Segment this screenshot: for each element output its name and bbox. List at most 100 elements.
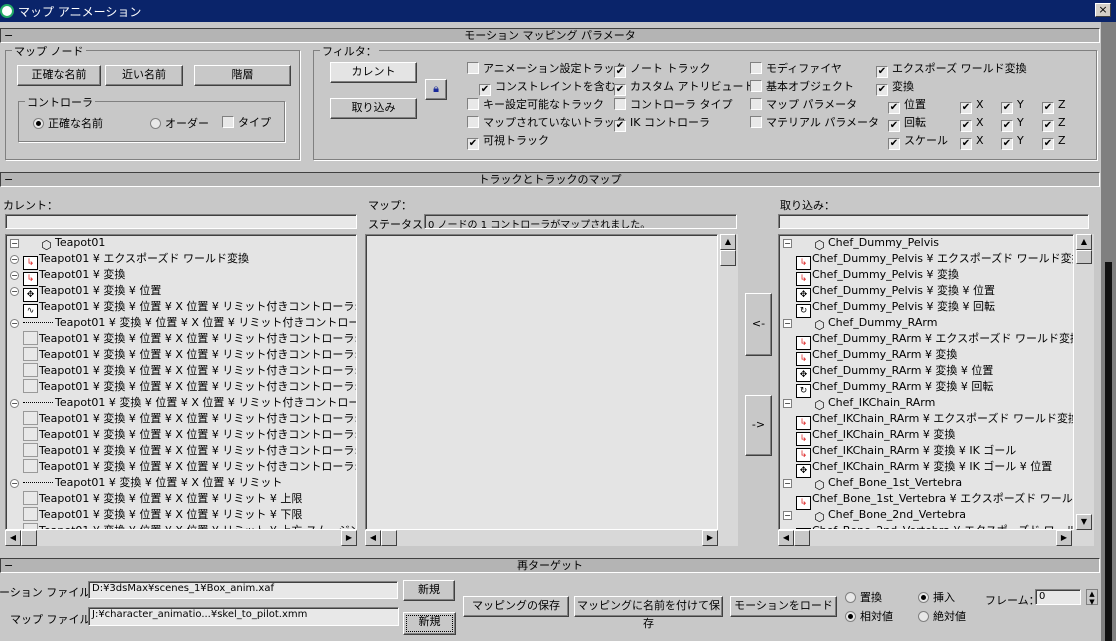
scroll-thumb[interactable] (381, 530, 397, 546)
tree-item[interactable]: ↳Chef_Bone_2nd_Vertebra ¥ エクスポーズド ワールド変換 (783, 523, 1073, 529)
tree-item[interactable]: ∿ Teapot01 ¥ 変換 ¥ 位置 ¥ X 位置 ¥ リミット付きコントロー… (10, 299, 356, 318)
radio-exact-name[interactable]: 正確な名前 (33, 115, 103, 131)
rollout-motion-mapping[interactable]: − モーション マッピング パラメータ (0, 28, 1100, 43)
tree-item[interactable]: ✥ Chef_Dummy_RArm ¥ 変換 ¥ 位置 (783, 363, 993, 382)
tree-item[interactable]: ↳Chef_Bone_1st_Vertebra ¥ エクスポーズド ワールド変換 (783, 491, 1073, 510)
collapse-icon[interactable]: − (10, 239, 19, 248)
new-map-file-button[interactable]: 新規 (403, 612, 456, 635)
radio-insert[interactable]: 挿入 (918, 589, 955, 605)
checkbox-type[interactable]: タイプ (222, 116, 271, 129)
import-hscrollbar[interactable]: ◀ ▶ (778, 530, 1094, 546)
tree-item[interactable]: ✥ Chef_Dummy_Pelvis ¥ 変換 ¥ 位置 (783, 283, 995, 302)
scroll-left-icon[interactable]: ◀ (365, 530, 381, 546)
collapse-icon[interactable]: − (10, 479, 19, 488)
filter-checkbox[interactable]: マテリアル パラメータ (750, 116, 879, 129)
filter-checkbox[interactable]: マップ パラメータ (750, 98, 857, 111)
collapse-icon[interactable]: − (10, 399, 19, 408)
axis-x-checkbox[interactable]: ✔ X (960, 134, 984, 150)
filter-checkbox[interactable]: キー設定可能なトラック (467, 98, 604, 111)
tree-item[interactable]: − ✥ Teapot01 ¥ 変換 ¥ 位置 (10, 283, 161, 302)
axis-z-checkbox[interactable]: ✔ Z (1042, 98, 1066, 114)
tree-item[interactable]: ↳ Chef_Dummy_RArm ¥ エクスポーズド ワールド変換 (783, 331, 1073, 350)
scroll-right-icon[interactable]: ▶ (702, 530, 718, 546)
scroll-up-icon[interactable]: ▲ (1076, 234, 1092, 250)
current-hscrollbar[interactable]: ◀ ▶ (5, 530, 357, 546)
tree-item[interactable]: Teapot01 ¥ 変換 ¥ 位置 ¥ X 位置 ¥ リミット ¥ 上方 スム… (10, 523, 356, 529)
tree-item[interactable]: − Teapot01 ¥ 変換 ¥ 位置 ¥ X 位置 ¥ リミット (10, 475, 282, 491)
scroll-thumb[interactable] (720, 250, 736, 266)
filter-checkbox[interactable]: アニメーション設定トラック (467, 62, 626, 75)
transform-checkbox[interactable]: ✔ スケール (888, 134, 948, 150)
tree-item[interactable]: ↻ Chef_Dummy_RArm ¥ 変換 ¥ 回転 (783, 379, 993, 398)
import-vscrollbar[interactable]: ▲ ▼ (1074, 234, 1094, 530)
rollout-track-map[interactable]: − トラックとトラックのマップ (0, 172, 1100, 187)
scroll-right-icon[interactable]: ▶ (341, 530, 357, 546)
tree-item[interactable]: ↻ Chef_Dummy_Pelvis ¥ 変換 ¥ 回転 (783, 299, 995, 318)
import-filter-button[interactable]: 取り込み (330, 98, 417, 119)
tree-item[interactable]: − Teapot01 ¥ 変換 ¥ 位置 ¥ X 位置 ¥ リミット付きコントロー… (10, 315, 356, 331)
tree-item[interactable]: ↳ Chef_IKChain_RArm ¥ 変換 (783, 427, 955, 446)
scroll-left-icon[interactable]: ◀ (5, 530, 21, 546)
transform-checkbox[interactable]: ✔ 回転 (888, 116, 926, 132)
frame-spinner[interactable]: ▲ ▼ (1086, 589, 1098, 606)
tree-item[interactable]: ✥ Chef_IKChain_RArm ¥ 変換 ¥ IK ゴール ¥ 位置 (783, 459, 1052, 478)
tree-item[interactable]: Teapot01 ¥ 変換 ¥ 位置 ¥ X 位置 ¥ リミット付きコントローラ… (10, 443, 356, 459)
tree-item[interactable]: − ⬡ Chef_Dummy_RArm (783, 315, 937, 331)
exact-name-button[interactable]: 正確な名前 (17, 65, 101, 86)
frame-input[interactable]: 0 (1035, 589, 1081, 605)
tree-item[interactable]: − ⬡ Chef_IKChain_RArm (783, 395, 935, 411)
tree-item[interactable]: Teapot01 ¥ 変換 ¥ 位置 ¥ X 位置 ¥ リミット付きコントローラ… (10, 379, 356, 395)
filter-checkbox[interactable]: ✔ カスタム アトリビュート (614, 80, 755, 96)
filter-checkbox[interactable]: ✔ コンストレイントを含む (479, 80, 616, 96)
rollout-retarget[interactable]: − 再ターゲット (0, 558, 1100, 573)
collapse-icon[interactable]: − (783, 399, 792, 408)
radio-absolute[interactable]: 絶対値 (918, 608, 966, 624)
filter-checkbox[interactable]: ✔ 変換 (876, 80, 914, 96)
filter-checkbox[interactable]: マップされていないトラック (467, 116, 626, 129)
filter-checkbox[interactable]: モディファイヤ (750, 62, 842, 75)
tree-item[interactable]: Teapot01 ¥ 変換 ¥ 位置 ¥ X 位置 ¥ リミット付きコントローラ… (10, 411, 356, 427)
scroll-down-icon[interactable]: ▼ (1076, 514, 1092, 530)
filter-checkbox[interactable]: ✔ 可視トラック (467, 134, 549, 150)
tree-item[interactable]: − ↳ Teapot01 ¥ エクスポーズド ワールド変換 (10, 251, 249, 270)
tree-item[interactable]: Teapot01 ¥ 変換 ¥ 位置 ¥ X 位置 ¥ リミット付きコントローラ… (10, 331, 356, 347)
tree-item[interactable]: ↳ Chef_IKChain_RArm ¥ 変換 ¥ IK ゴール (783, 443, 1016, 462)
radio-order[interactable]: オーダー (150, 115, 209, 131)
hierarchy-button[interactable]: 階層 (194, 65, 291, 86)
import-track-tree[interactable]: − ⬡ Chef_Dummy_Pelvis ↳ Chef_Dummy_Pelvis ¥ … (778, 234, 1074, 530)
tree-item[interactable]: ↳ Chef_IKChain_RArm ¥ エクスポーズド ワールド変換 (783, 411, 1073, 430)
filter-checkbox[interactable]: ✔ エクスポーズ ワールド変換 (876, 62, 1027, 78)
scroll-thumb[interactable] (794, 530, 810, 546)
tree-item[interactable]: Teapot01 ¥ 変換 ¥ 位置 ¥ X 位置 ¥ リミット ¥ 下限 (10, 507, 302, 523)
axis-y-checkbox[interactable]: ✔ Y (1001, 116, 1024, 132)
motion-file-field[interactable]: D:¥3dsMax¥scenes_1¥Box_anim.xaf (88, 581, 398, 599)
scroll-right-icon[interactable]: ▶ (1056, 530, 1072, 546)
tree-item[interactable]: − ⬡ Chef_Bone_1st_Vertebra (783, 475, 962, 491)
axis-x-checkbox[interactable]: ✔ X (960, 116, 984, 132)
scroll-thumb[interactable] (21, 530, 37, 546)
collapse-icon[interactable]: − (10, 287, 19, 296)
close-button[interactable]: × (1095, 3, 1111, 17)
map-list[interactable] (365, 234, 718, 530)
collapse-icon[interactable]: − (10, 271, 19, 280)
scroll-up-icon[interactable]: ▲ (720, 234, 736, 250)
collapse-icon[interactable]: − (10, 319, 19, 328)
axis-z-checkbox[interactable]: ✔ Z (1042, 134, 1066, 150)
map-right-button[interactable]: -> (745, 395, 772, 456)
radio-relative[interactable]: 相対値 (845, 608, 893, 624)
map-left-button[interactable]: <- (745, 293, 772, 356)
collapse-icon[interactable]: − (783, 479, 792, 488)
tree-item[interactable]: − ⬡ Chef_Bone_2nd_Vertebra (783, 507, 966, 523)
close-name-button[interactable]: 近い名前 (105, 65, 183, 86)
filter-checkbox[interactable]: 基本オブジェクト (750, 80, 854, 93)
load-motion-button[interactable]: モーションをロード (730, 596, 837, 617)
tree-item[interactable]: − ⬡ Teapot01 (10, 235, 105, 251)
tree-item[interactable]: − Teapot01 ¥ 変換 ¥ 位置 ¥ X 位置 ¥ リミット付きコントロー… (10, 395, 356, 411)
tree-item[interactable]: Teapot01 ¥ 変換 ¥ 位置 ¥ X 位置 ¥ リミット付きコントローラ… (10, 459, 356, 475)
axis-x-checkbox[interactable]: ✔ X (960, 98, 984, 114)
tree-item[interactable]: Teapot01 ¥ 変換 ¥ 位置 ¥ X 位置 ¥ リミット ¥ 上限 (10, 491, 302, 507)
tree-item[interactable]: − ↳ Teapot01 ¥ 変換 (10, 267, 125, 286)
save-mapping-button[interactable]: マッピングの保存 (463, 596, 569, 617)
current-track-tree[interactable]: − ⬡ Teapot01− ↳ Teapot01 ¥ エクスポーズド ワールド変換 − ↳ T… (5, 234, 357, 530)
tree-item[interactable]: − ⬡ Chef_Dummy_Pelvis (783, 235, 939, 251)
